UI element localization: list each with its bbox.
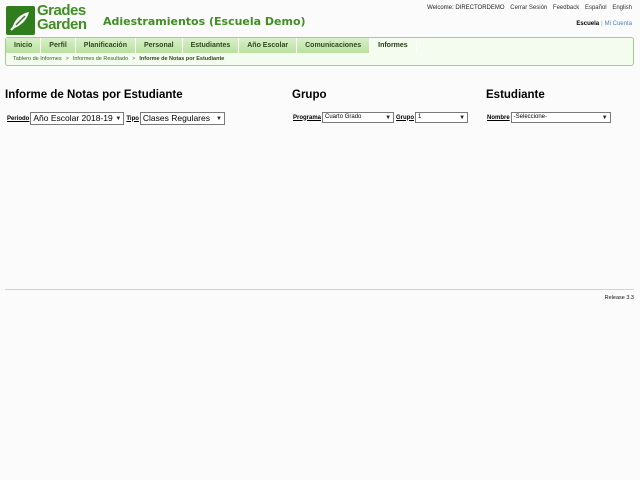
school-name: Adiestramientos (Escuela Demo)	[103, 15, 306, 28]
chevron-down-icon: ▼	[601, 115, 608, 121]
top-links: Welcome: DIRECTORDEMO Cerrar Sesión Feed…	[423, 5, 632, 11]
grupo-filters: Programa Cuarto Grado ▼ Grupo 1 ▼	[293, 112, 469, 123]
logo-wordmark: Grades Garden	[37, 2, 87, 33]
breadcrumb-informes-resultado[interactable]: Informes de Resultado	[73, 56, 128, 62]
programa-select[interactable]: Cuarto Grado ▼	[322, 112, 395, 123]
periodo-select[interactable]: Año Escolar 2018-19 ▼	[30, 112, 125, 125]
tab-comunicaciones[interactable]: Comunicaciones	[297, 38, 371, 53]
release-version: Release 3.3	[604, 295, 634, 301]
estudiante-filters: Nombre -Seleccione- ▼	[487, 112, 611, 123]
tipo-value: Clases Regulares	[142, 113, 210, 123]
tab-informes[interactable]: Informes	[370, 38, 417, 53]
periodo-value: Año Escolar 2018-19	[33, 113, 113, 123]
chevron-down-icon: ▼	[115, 116, 122, 122]
language-es-link[interactable]: Español	[585, 5, 607, 11]
breadcrumb-tablero-informes[interactable]: Tablero de Informes	[13, 56, 62, 62]
role-separator: |	[601, 21, 603, 27]
tab-ano-escolar[interactable]: Año Escolar	[239, 38, 298, 53]
tab-strip: Inicio Perfil Planificación Personal Est…	[6, 38, 417, 53]
role-escuela[interactable]: Escuela	[576, 21, 599, 27]
grades-garden-logo[interactable]: Grades Garden	[6, 2, 94, 36]
breadcrumb-current: Informe de Notas por Estudiante	[139, 56, 225, 62]
nombre-select[interactable]: -Seleccione- ▼	[510, 112, 611, 123]
chevron-down-icon: ▼	[459, 115, 466, 121]
chevron-down-icon: ▼	[385, 115, 392, 121]
periodo-label: Periodo	[7, 115, 30, 122]
tab-planificacion[interactable]: Planificación	[75, 38, 136, 53]
welcome-text: Welcome: DIRECTORDEMO	[427, 5, 505, 11]
tab-estudiantes[interactable]: Estudiantes	[182, 38, 240, 53]
footer-divider	[5, 289, 634, 290]
nombre-value: -Seleccione-	[513, 114, 548, 120]
tipo-label: Tipo	[126, 115, 139, 122]
report-title: Informe de Notas por Estudiante	[5, 89, 183, 101]
chevron-down-icon: ▼	[215, 116, 222, 122]
grupo-title: Grupo	[292, 89, 327, 101]
feedback-link[interactable]: Feedback	[553, 5, 579, 11]
role-switcher: Escuela | Mi Cuenta	[576, 21, 632, 27]
leaf-logo-icon	[6, 6, 35, 35]
breadcrumb-separator: >	[132, 56, 136, 62]
breadcrumb: Tablero de Informes > Informes de Resultad…	[13, 56, 224, 62]
tab-perfil[interactable]: Perfil	[41, 38, 76, 53]
estudiante-title: Estudiante	[486, 89, 545, 101]
logout-link[interactable]: Cerrar Sesión	[510, 5, 547, 11]
nombre-label: Nombre	[487, 114, 510, 121]
grupo-label: Grupo	[396, 114, 415, 121]
report-filters: Periodo Año Escolar 2018-19 ▼ Tipo Clase…	[7, 112, 225, 125]
programa-label: Programa	[293, 114, 322, 121]
breadcrumb-separator: >	[65, 56, 69, 62]
main-navigation: Inicio Perfil Planificación Personal Est…	[5, 37, 634, 66]
language-en-link[interactable]: English	[612, 5, 632, 11]
programa-value: Cuarto Grado	[325, 114, 362, 120]
role-mi-cuenta-link[interactable]: Mi Cuenta	[605, 21, 632, 27]
tab-inicio[interactable]: Inicio	[6, 38, 42, 53]
tipo-select[interactable]: Clases Regulares ▼	[139, 112, 225, 125]
grupo-value: 1	[418, 114, 422, 120]
tab-personal[interactable]: Personal	[135, 38, 183, 53]
grupo-select[interactable]: 1 ▼	[415, 112, 469, 123]
